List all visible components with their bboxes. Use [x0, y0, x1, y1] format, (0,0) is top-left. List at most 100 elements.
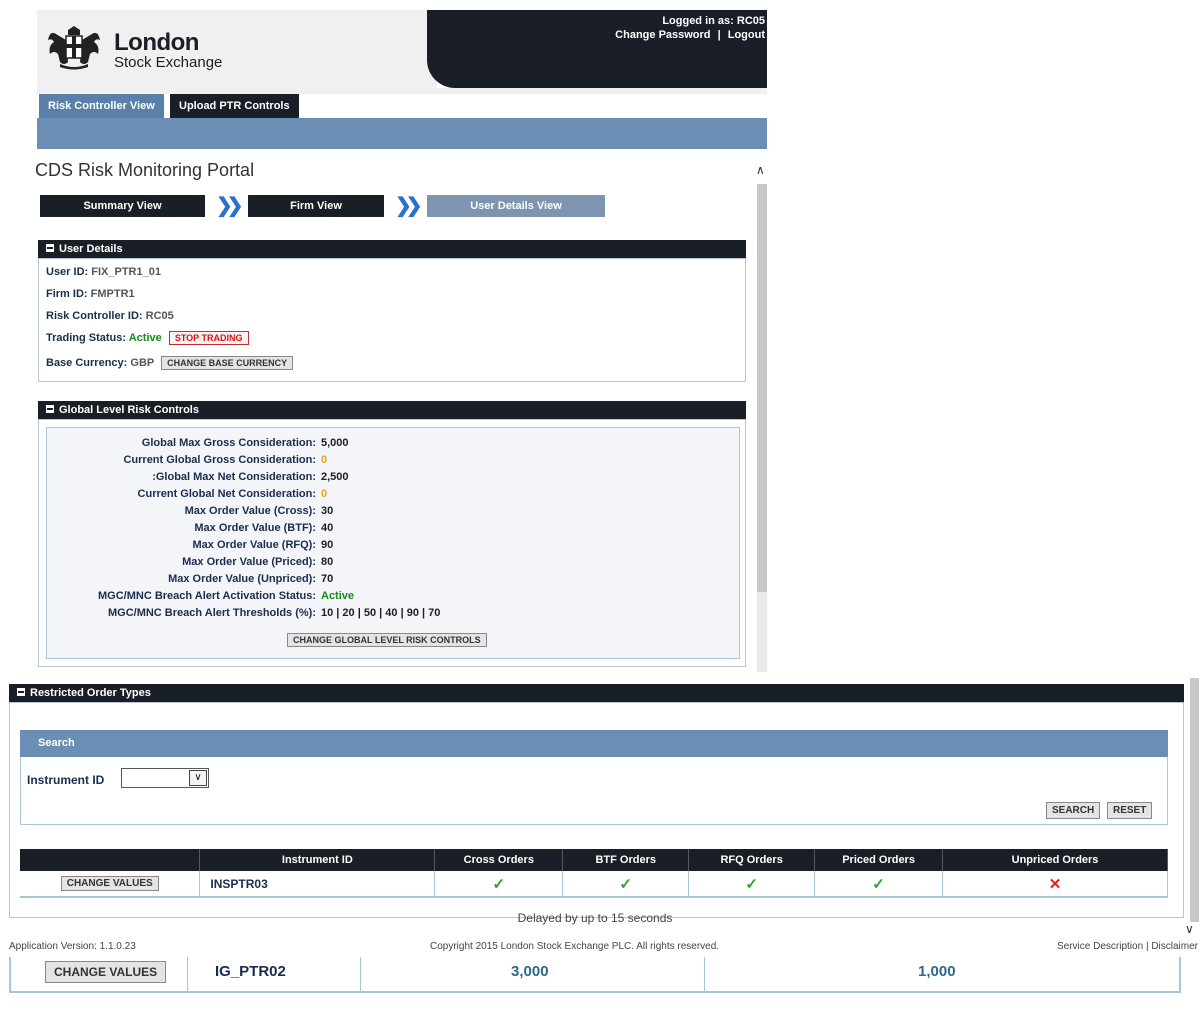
- firm-id-value: FMPTR1: [90, 288, 135, 300]
- base-currency-label: Base Currency:: [46, 356, 128, 369]
- collapse-icon[interactable]: [46, 244, 54, 252]
- risk-control-label: Max Order Value (Priced):: [182, 556, 316, 568]
- footer-links: Service Description | Disclaimer: [1057, 941, 1198, 952]
- risk-control-value: 0: [321, 488, 328, 500]
- search-button[interactable]: SEARCH: [1046, 802, 1101, 819]
- scrollbar-track[interactable]: [757, 592, 767, 672]
- footer-link-separator: |: [1145, 941, 1149, 952]
- risk-control-label: MGC/MNC Breach Alert Thresholds (%):: [107, 607, 316, 619]
- rfq-orders-cell: ✓: [688, 871, 816, 898]
- actions-cell: CHANGE VALUES: [20, 871, 201, 898]
- account-links: Change Password | Logout: [615, 29, 765, 41]
- risk-control-value: 90: [321, 539, 334, 551]
- change-values-button[interactable]: CHANGE VALUES: [45, 961, 167, 983]
- change-base-currency-button[interactable]: CHANGE BASE CURRENCY: [161, 356, 294, 370]
- checkmark-icon: ✓: [745, 875, 758, 893]
- collapse-icon[interactable]: [17, 688, 25, 696]
- base-currency-row: Base Currency: GBP CHANGE BASE CURRENCY: [46, 356, 294, 370]
- tab-upload-ptr-controls[interactable]: Upload PTR Controls: [170, 94, 299, 118]
- step-user-details-view[interactable]: User Details View: [427, 195, 605, 217]
- trading-status-label: Trading Status:: [46, 331, 127, 344]
- risk-control-row: Max Order Value (RFQ): 90: [46, 539, 740, 556]
- btf-orders-cell: ✓: [562, 871, 690, 898]
- scroll-up-icon[interactable]: ∧: [756, 163, 765, 177]
- firm-id-row: Firm ID: FMPTR1: [46, 288, 135, 300]
- table-row: [9, 957, 1181, 993]
- chevron-right-icon: ❯❯: [395, 195, 422, 217]
- page-title: CDS Risk Monitoring Portal: [35, 160, 255, 180]
- reset-button[interactable]: RESET: [1107, 802, 1153, 819]
- column-header-priced-orders[interactable]: Priced Orders: [814, 849, 944, 871]
- service-description-link[interactable]: Service Description: [1057, 941, 1143, 952]
- column-header-instrument-id[interactable]: Instrument ID: [199, 849, 436, 871]
- risk-control-value: 10 | 20 | 50 | 40 | 90 | 70: [321, 607, 441, 619]
- risk-control-value: 70: [321, 573, 334, 585]
- change-values-button[interactable]: CHANGE VALUES: [60, 876, 159, 892]
- instrument-id-label: Instrument ID: [27, 773, 105, 787]
- value-cell: 1,000: [918, 963, 956, 980]
- risk-control-value: 0: [321, 454, 328, 466]
- risk-control-row: :Global Max Net Consideration: 2,500: [46, 471, 740, 488]
- risk-controller-value: RC05: [145, 310, 174, 322]
- subheader-band: [37, 118, 767, 149]
- risk-control-label: Global Max Gross Consideration:: [141, 437, 316, 449]
- column-header-btf-orders[interactable]: BTF Orders: [562, 849, 690, 871]
- chevron-right-icon: ❯❯: [216, 195, 243, 217]
- scrollbar-thumb[interactable]: [757, 184, 767, 592]
- risk-control-value: 2,500: [321, 471, 349, 483]
- column-header-actions: [20, 849, 201, 871]
- logout-link[interactable]: Logout: [728, 29, 765, 41]
- restricted-orders-table: Instrument ID Cross Orders BTF Orders RF…: [20, 849, 1168, 898]
- risk-control-row: Max Order Value (Cross): 30: [46, 505, 740, 522]
- global-controls-title: Global Level Risk Controls: [59, 404, 199, 416]
- user-details-header[interactable]: User Details: [38, 240, 746, 258]
- global-controls-header[interactable]: Global Level Risk Controls: [38, 401, 746, 419]
- copyright: Copyright 2015 London Stock Exchange PLC…: [430, 941, 720, 952]
- value-cell: 3,000: [511, 963, 549, 980]
- checkmark-icon: ✓: [619, 875, 632, 893]
- risk-control-row: Global Max Gross Consideration: 5,000: [46, 437, 740, 454]
- change-password-link[interactable]: Change Password: [615, 29, 710, 41]
- risk-control-label: MGC/MNC Breach Alert Activation Status:: [98, 590, 316, 602]
- logo-wordmark: London: [114, 29, 199, 56]
- column-header-rfq-orders[interactable]: RFQ Orders: [688, 849, 816, 871]
- step-firm-view[interactable]: Firm View: [248, 195, 384, 217]
- chevron-down-icon[interactable]: ∨: [189, 770, 207, 786]
- checkmark-icon: ✓: [492, 875, 506, 893]
- step-summary-view[interactable]: Summary View: [40, 195, 205, 217]
- user-id-label: User ID:: [46, 266, 89, 278]
- app-version: Application Version: 1.1.0.23: [9, 941, 136, 952]
- column-header-unpriced-orders[interactable]: Unpriced Orders: [942, 849, 1168, 871]
- logged-in-user: Logged in as: RC05: [662, 15, 765, 27]
- risk-control-row: Current Global Gross Consideration: 0: [46, 454, 740, 471]
- table-header-row: Instrument ID Cross Orders BTF Orders RF…: [20, 849, 1168, 871]
- user-id-row: User ID: FIX_PTR1_01: [46, 266, 161, 278]
- restricted-order-types-header[interactable]: Restricted Order Types: [9, 684, 1184, 702]
- column-header-cross-orders[interactable]: Cross Orders: [434, 849, 564, 871]
- risk-control-label: Max Order Value (Unpriced):: [168, 573, 316, 585]
- change-global-controls-button[interactable]: CHANGE GLOBAL LEVEL RISK CONTROLS: [287, 633, 487, 647]
- risk-control-row: Max Order Value (Unpriced): 70: [46, 573, 740, 590]
- firm-id-label: Firm ID:: [46, 288, 88, 300]
- unpriced-orders-cell: ✕: [942, 871, 1168, 898]
- tab-risk-controller-view[interactable]: Risk Controller View: [39, 94, 164, 118]
- base-currency-value: GBP: [130, 356, 155, 369]
- risk-controller-row: Risk Controller ID: RC05: [46, 310, 174, 322]
- cross-icon: ✕: [1048, 875, 1062, 893]
- checkmark-icon: ✓: [872, 875, 885, 893]
- disclaimer-link[interactable]: Disclaimer: [1151, 941, 1198, 952]
- risk-control-value: 40: [321, 522, 334, 534]
- trading-status-row: Trading Status: Active STOP TRADING: [46, 331, 249, 345]
- risk-controller-label: Risk Controller ID:: [46, 310, 143, 322]
- risk-control-label: Current Global Net Consideration:: [137, 488, 316, 500]
- risk-control-label: Max Order Value (Cross):: [184, 505, 316, 517]
- risk-control-row: Max Order Value (BTF): 40: [46, 522, 740, 539]
- stop-trading-button[interactable]: STOP TRADING: [168, 331, 249, 345]
- risk-control-value: Active: [321, 590, 355, 602]
- risk-control-value: 5,000: [321, 437, 349, 449]
- collapse-icon[interactable]: [46, 405, 54, 413]
- risk-control-value: 30: [321, 505, 334, 517]
- link-separator: |: [717, 29, 721, 41]
- scrollbar-thumb-right[interactable]: [1190, 678, 1199, 922]
- column-divider: [187, 957, 188, 993]
